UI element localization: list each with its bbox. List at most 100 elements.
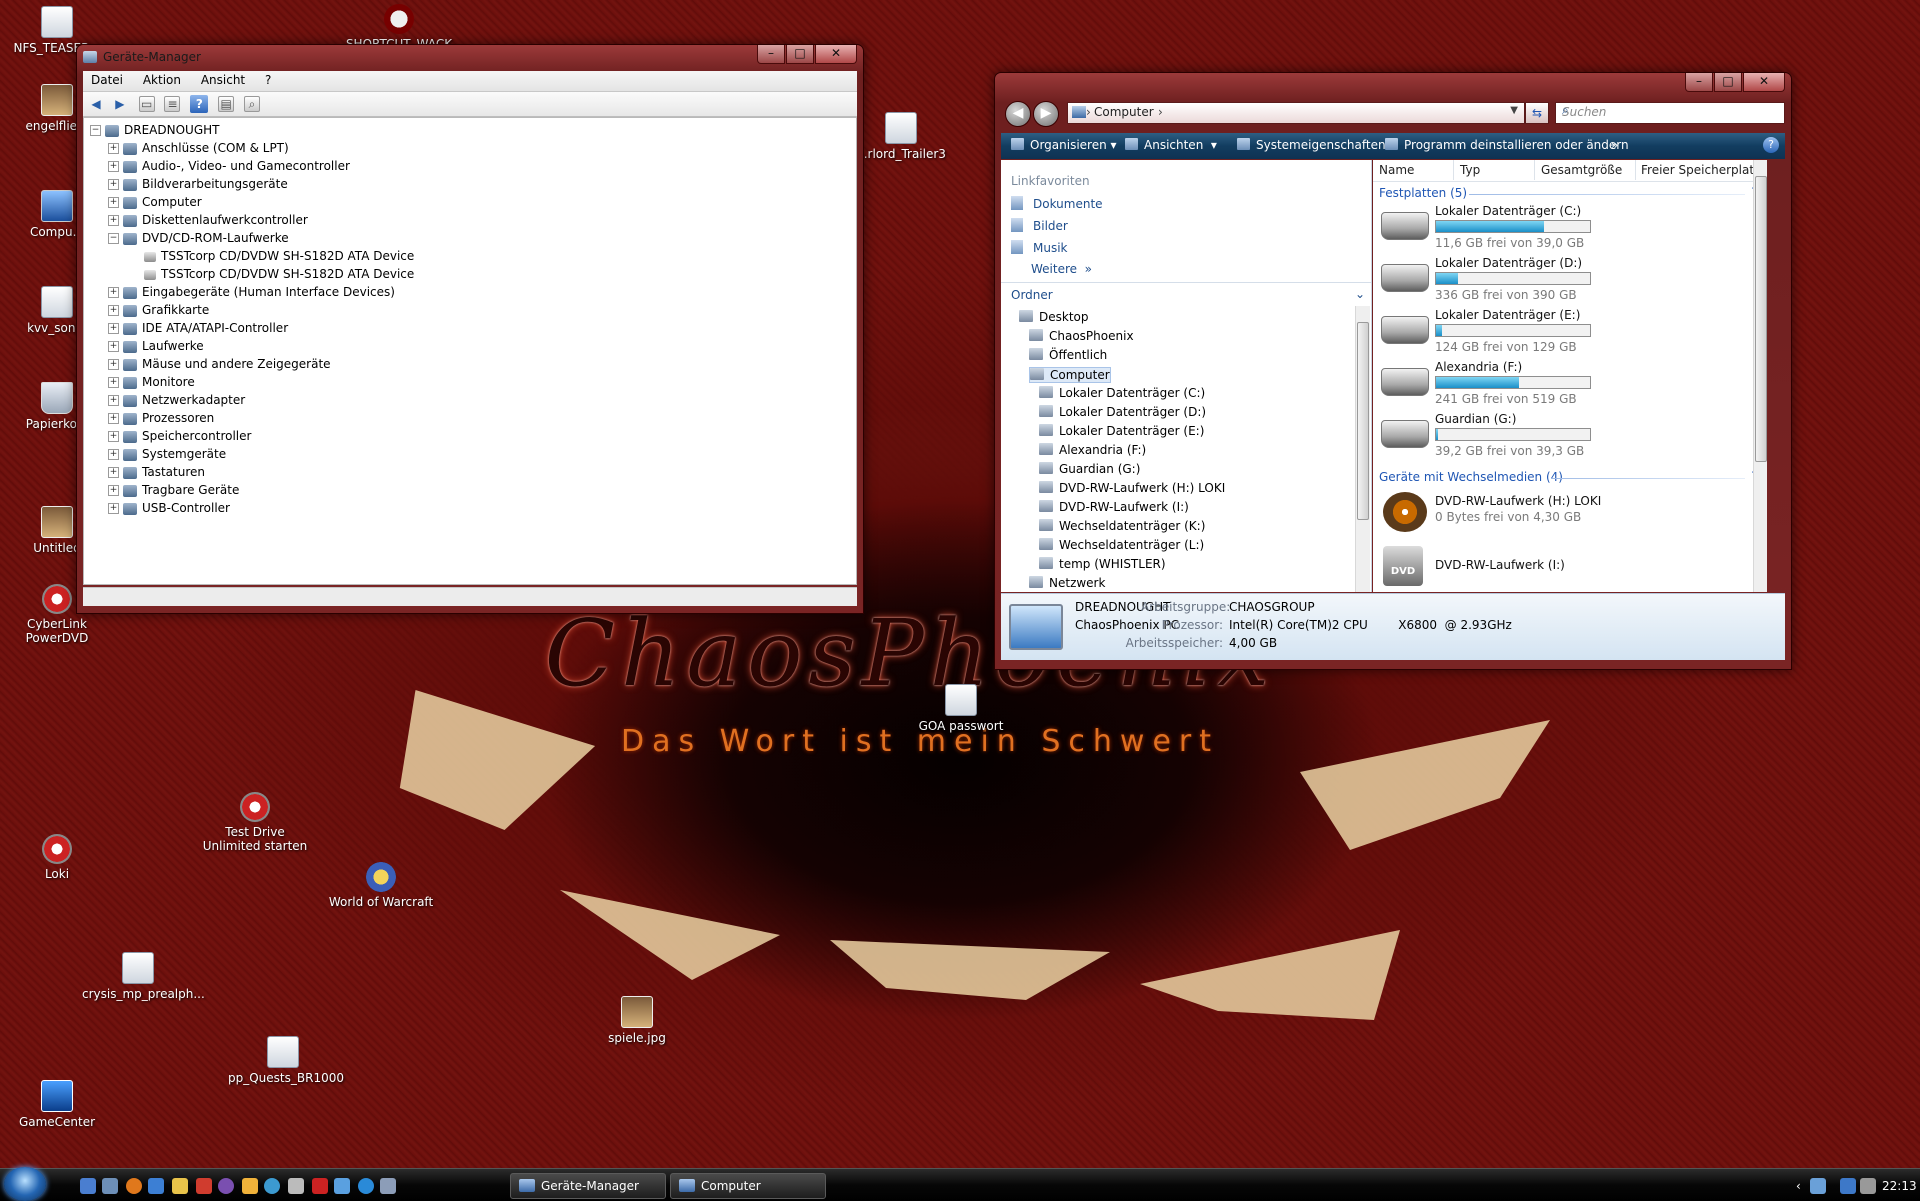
more-favorites-link[interactable]: Weitere » [1031,262,1092,276]
expand-icon[interactable]: + [108,395,119,406]
forward-arrow-icon[interactable]: ▶ [111,95,129,113]
app-icon[interactable] [358,1178,374,1194]
scan-hardware-icon[interactable]: ⌕ [243,96,260,112]
up-folder-icon[interactable]: ▭ [138,96,155,112]
title-bar[interactable]: Geräte-Manager – □ ✕ [77,45,863,71]
favorite-dokumente[interactable]: Dokumente [1011,196,1103,211]
desktop-icon[interactable]: GameCenter [2,1080,112,1129]
tree-node[interactable]: + Audio-, Video- und Gamecontroller [108,158,350,175]
maximize-button[interactable]: □ [1714,73,1742,92]
folder-tree-item[interactable]: Guardian (G:) [1039,462,1140,476]
search-input[interactable]: Suchen ⌕ [1555,102,1785,124]
tree-node[interactable]: + Prozessoren [108,410,214,427]
expand-icon[interactable]: + [108,485,119,496]
back-button[interactable]: ◀ [1005,101,1031,127]
menu-help[interactable]: ? [257,71,279,89]
expand-icon[interactable]: + [108,287,119,298]
folder-tree-item[interactable]: Lokaler Datenträger (E:) [1039,424,1204,438]
breadcrumb-chevron-icon[interactable]: › [1158,105,1163,119]
menu-ansicht[interactable]: Ansicht [193,71,253,89]
show-hide-icon[interactable]: ▤ [218,96,235,112]
drive-item[interactable]: DVD DVD-RW-Laufwerk (I:) [1379,540,1759,592]
expand-icon[interactable]: + [108,377,119,388]
expand-icon[interactable]: + [108,179,119,190]
folder-tree-item[interactable]: Öffentlich [1029,348,1107,362]
drive-item[interactable]: Lokaler Datenträger (C:) 11,6 GB frei von… [1379,202,1759,254]
close-button[interactable]: ✕ [815,45,857,64]
drive-list-scrollbar[interactable] [1753,160,1767,592]
expand-icon[interactable]: + [108,323,119,334]
tree-node[interactable]: + Tragbare Geräte [108,482,239,499]
expand-icon[interactable]: + [108,449,119,460]
folder-tree-item[interactable]: Computer [1029,367,1111,383]
tree-node[interactable]: − DVD/CD-ROM-Laufwerke [108,230,289,247]
menu-datei[interactable]: Datei [83,71,131,89]
app-icon[interactable] [242,1178,258,1194]
favorite-bilder[interactable]: Bilder [1011,218,1068,233]
folder-tree-item[interactable]: temp (WHISTLER) [1039,557,1166,571]
network-icon[interactable] [1810,1178,1826,1194]
device-tree[interactable]: − DREADNOUGHT + Anschlüsse (COM & LPT) + Aud… [83,117,857,585]
address-bar[interactable]: › Computer › ▼ [1067,102,1525,124]
messenger-icon[interactable] [172,1178,188,1194]
folder-tree-item[interactable]: ChaosPhoenix [1029,329,1134,343]
folder-tree-item[interactable]: Desktop [1019,310,1089,324]
tree-node[interactable]: + Grafikkarte [108,302,209,319]
refresh-icon[interactable]: ⇆ [1525,102,1549,124]
back-arrow-icon[interactable]: ◀ [87,95,105,113]
close-button[interactable]: ✕ [1743,73,1785,92]
folder-tree-item[interactable]: Lokaler Datenträger (C:) [1039,386,1205,400]
tree-node[interactable]: + Bildverarbeitungsgeräte [108,176,288,193]
tree-node[interactable]: + Tastaturen [108,464,205,481]
folder-tree-item[interactable]: Lokaler Datenträger (D:) [1039,405,1206,419]
explorer-window[interactable]: – □ ✕ ◀ ▶ › Computer › ▼ ⇆ Suchen ⌕ Orga… [994,72,1792,670]
folder-tree-item[interactable]: DVD-RW-Laufwerk (H:) LOKI [1039,481,1225,495]
firefox-icon[interactable] [126,1178,142,1194]
expand-icon[interactable]: + [108,341,119,352]
tray-expand-icon[interactable]: ‹ [1796,1179,1801,1193]
start-button[interactable] [4,1167,46,1201]
drive-item[interactable]: Lokaler Datenträger (E:) 124 GB frei von … [1379,306,1759,358]
tree-node[interactable]: + Netzwerkadapter [108,392,245,409]
desktop-icon[interactable]: Loki [2,834,112,881]
title-bar[interactable]: – □ ✕ [995,73,1791,99]
tree-node[interactable]: + Mäuse und andere Zeigegeräte [108,356,331,373]
system-properties-button[interactable]: Systemeigenschaften [1237,138,1386,152]
organize-button[interactable]: Organisieren ▾ [1011,138,1117,152]
folder-tree-item[interactable]: Alexandria (F:) [1039,443,1146,457]
expand-icon[interactable]: + [108,215,119,226]
volume-icon[interactable] [1860,1178,1876,1194]
clock[interactable]: 22:13 [1882,1179,1917,1193]
drive-item[interactable]: Lokaler Datenträger (D:) 336 GB frei von … [1379,254,1759,306]
folder-scrollbar[interactable] [1355,306,1370,592]
drive-item[interactable]: Alexandria (F:) 241 GB frei von 519 GB [1379,358,1759,410]
tree-node[interactable]: + Anschlüsse (COM & LPT) [108,140,289,157]
drive-item[interactable]: DVD-RW-Laufwerk (H:) LOKI 0 Bytes frei v… [1379,486,1759,538]
tree-root[interactable]: − DREADNOUGHT [90,122,219,139]
chevron-down-icon[interactable]: ⌄ [1355,287,1365,301]
expand-icon[interactable]: + [108,431,119,442]
folder-tree-item[interactable]: DVD-RW-Laufwerk (I:) [1039,500,1189,514]
device-manager-window[interactable]: Geräte-Manager – □ ✕ Datei Aktion Ansich… [76,44,864,614]
column-total-size[interactable]: Gesamtgröße [1535,160,1636,180]
tree-node[interactable]: + IDE ATA/ATAPI-Controller [108,320,288,337]
expand-icon[interactable]: + [108,143,119,154]
expand-icon[interactable]: + [108,197,119,208]
tree-node[interactable]: + Monitore [108,374,195,391]
tree-node[interactable]: + Laufwerke [108,338,204,355]
tree-node[interactable]: + Speichercontroller [108,428,251,445]
collapse-icon[interactable]: − [90,125,101,136]
help-icon[interactable]: ? [1763,137,1779,153]
maximize-button[interactable]: □ [786,45,814,64]
column-name[interactable]: Name [1373,160,1454,180]
folders-header-bar[interactable]: Ordner ⌄ [1001,282,1371,307]
expand-icon[interactable]: + [108,305,119,316]
minimize-button[interactable]: – [757,45,785,64]
app-icon[interactable] [288,1178,304,1194]
scrollbar-thumb[interactable] [1357,322,1369,520]
forward-button[interactable]: ▶ [1033,101,1059,127]
more-commands-button[interactable]: » [1611,138,1618,152]
desktop-icon[interactable]: World of Warcraft [326,862,436,909]
tree-node[interactable]: + Computer [108,194,202,211]
group-header-removable[interactable]: Geräte mit Wechselmedien (4) [1379,470,1563,484]
